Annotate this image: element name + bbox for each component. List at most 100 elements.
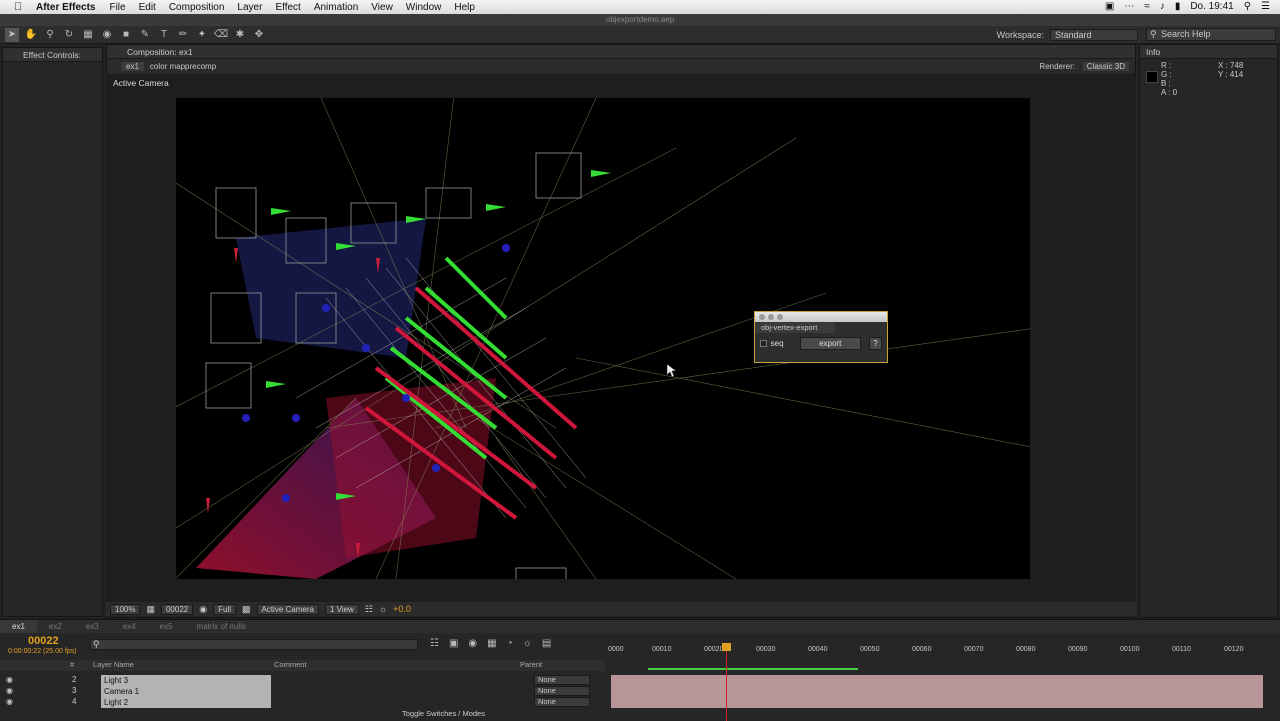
- timecode-field[interactable]: 00022: [160, 603, 194, 615]
- zoom-tool-icon[interactable]: ⚲: [43, 28, 57, 42]
- timeline-tab-ex4[interactable]: ex4: [111, 620, 148, 633]
- rectangle-tool-icon[interactable]: ■: [119, 28, 133, 42]
- export-button[interactable]: export: [799, 337, 861, 350]
- info-x: X : 748: [1218, 61, 1244, 70]
- menu-composition[interactable]: Composition: [169, 2, 225, 13]
- views-select[interactable]: 1 View: [324, 603, 359, 615]
- plugin-titlebar[interactable]: [755, 312, 887, 322]
- layer-bar[interactable]: [611, 697, 1263, 708]
- camera-select[interactable]: Active Camera: [256, 603, 319, 615]
- axis-icon[interactable]: ✥: [252, 28, 266, 42]
- layer-name[interactable]: Camera 1: [101, 686, 271, 697]
- menu-file[interactable]: File: [109, 2, 125, 13]
- parent-select[interactable]: None: [534, 697, 590, 707]
- more-icon[interactable]: ⋯: [1124, 1, 1134, 12]
- app-menu[interactable]: After Effects: [36, 2, 95, 13]
- list-icon[interactable]: ☰: [1261, 1, 1270, 12]
- timeline-tab-ex3[interactable]: ex3: [74, 620, 111, 633]
- brainstorm-icon[interactable]: ☼: [523, 638, 532, 649]
- camera-tool-icon[interactable]: ▦: [81, 28, 95, 42]
- layer-name[interactable]: Light 3: [101, 675, 271, 686]
- layer-row[interactable]: ◉ 4 Light 2 None: [0, 697, 600, 708]
- transparency-icon[interactable]: ▩: [242, 604, 251, 615]
- parent-select[interactable]: None: [534, 686, 590, 696]
- toggle-switches-modes[interactable]: Toggle Switches / Modes: [402, 709, 485, 718]
- draft-3d-icon[interactable]: ▣: [449, 638, 458, 649]
- motion-blur-icon[interactable]: ◔: [507, 638, 513, 649]
- seq-checkbox[interactable]: [760, 340, 767, 347]
- menu-help[interactable]: Help: [454, 2, 475, 13]
- hide-shy-icon[interactable]: ◉: [468, 638, 477, 649]
- menu-window[interactable]: Window: [406, 2, 442, 13]
- snapshot-icon[interactable]: ◉: [199, 604, 207, 615]
- time-ruler[interactable]: 0000 00010 00020 00030 00040 00050 00060…: [608, 642, 1264, 670]
- parent-select[interactable]: None: [534, 675, 590, 685]
- current-time-indicator[interactable]: [726, 643, 727, 721]
- visibility-icon[interactable]: ◉: [6, 675, 13, 684]
- resolution-select[interactable]: Full: [213, 603, 236, 615]
- menu-animation[interactable]: Animation: [314, 2, 358, 13]
- spotlight-icon[interactable]: ⚲: [1244, 1, 1251, 12]
- volume-icon[interactable]: ♪: [1160, 1, 1165, 12]
- renderer-select[interactable]: Classic 3D: [1082, 61, 1129, 71]
- playhead-icon[interactable]: [722, 643, 731, 651]
- flowchart-icon[interactable]: ☷: [365, 604, 373, 615]
- layer-bar[interactable]: [611, 675, 1263, 686]
- help-button[interactable]: ?: [868, 337, 882, 350]
- menu-view[interactable]: View: [371, 2, 393, 13]
- composition-tab[interactable]: Composition: ex1: [107, 45, 1135, 59]
- exposure-icon[interactable]: ☼: [379, 604, 387, 614]
- plugin-tab[interactable]: obj-vertex-export: [755, 322, 835, 333]
- flow-ex1[interactable]: ex1: [121, 61, 144, 71]
- layer-search-input[interactable]: ⚲: [90, 639, 418, 650]
- obj-vertex-export-panel: obj-vertex-export seq export ?: [754, 311, 888, 363]
- graph-editor-icon[interactable]: ▤: [542, 638, 551, 649]
- clock[interactable]: Do. 19:41: [1190, 1, 1233, 12]
- menu-effect[interactable]: Effect: [275, 2, 300, 13]
- eraser-tool-icon[interactable]: ⌫: [214, 28, 228, 42]
- puppet-tool-icon[interactable]: ✱: [233, 28, 247, 42]
- flow-color-mapprecomp[interactable]: color mapprecomp: [150, 62, 216, 71]
- info-tab[interactable]: Info: [1140, 45, 1277, 59]
- layer-name[interactable]: Light 2: [101, 697, 271, 708]
- timeline-tab-ex2[interactable]: ex2: [37, 620, 74, 633]
- comp-canvas[interactable]: [106, 77, 1037, 594]
- menu-edit[interactable]: Edit: [139, 2, 156, 13]
- timeline-tab-ex5[interactable]: ex5: [148, 620, 185, 633]
- type-tool-icon[interactable]: T: [157, 28, 171, 42]
- zoom-icon[interactable]: [777, 314, 783, 320]
- wifi-icon[interactable]: ≈: [1144, 1, 1150, 12]
- exposure-value[interactable]: +0.0: [393, 604, 411, 614]
- pen-tool-icon[interactable]: ✎: [138, 28, 152, 42]
- frame-blending-icon[interactable]: ▦: [487, 638, 496, 649]
- close-icon[interactable]: [759, 314, 765, 320]
- effect-controls-tab[interactable]: Effect Controls:: [3, 48, 102, 62]
- screen-icon[interactable]: ▣: [1105, 1, 1114, 12]
- clone-tool-icon[interactable]: ✦: [195, 28, 209, 42]
- composition-viewer[interactable]: Active Camera: [106, 74, 1136, 602]
- ruler-tick: 00040: [808, 646, 828, 653]
- battery-icon[interactable]: ▮: [1175, 1, 1181, 12]
- layer-row[interactable]: ◉ 3 Camera 1 None: [0, 686, 600, 697]
- workspace-select[interactable]: Standard: [1050, 29, 1138, 41]
- selection-tool-icon[interactable]: ➤: [5, 27, 19, 42]
- seq-label: seq: [770, 339, 784, 348]
- comp-mini-flowchart-icon[interactable]: ☷: [430, 638, 439, 649]
- layer-row[interactable]: ◉ 2 Light 3 None: [0, 675, 600, 686]
- apple-icon[interactable]: : [14, 1, 28, 13]
- search-help-input[interactable]: ⚲ Search Help: [1146, 28, 1276, 41]
- layer-bar[interactable]: [611, 686, 1263, 697]
- hand-tool-icon[interactable]: ✋: [24, 28, 38, 42]
- grid-icon[interactable]: ▦: [146, 604, 155, 615]
- zoom-select[interactable]: 100%: [110, 603, 141, 615]
- visibility-icon[interactable]: ◉: [6, 697, 13, 706]
- visibility-icon[interactable]: ◉: [6, 686, 13, 695]
- timeline-tab-ex1[interactable]: ex1: [0, 620, 37, 633]
- timeline-tab-matrix-of-nulls[interactable]: matrix of nulls: [185, 620, 258, 633]
- timeline-timecode[interactable]: 00022: [28, 635, 59, 647]
- brush-tool-icon[interactable]: ✏: [176, 28, 190, 42]
- pan-behind-tool-icon[interactable]: ◉: [100, 28, 114, 42]
- rotate-tool-icon[interactable]: ↻: [62, 28, 76, 42]
- minimize-icon[interactable]: [768, 314, 774, 320]
- menu-layer[interactable]: Layer: [237, 2, 262, 13]
